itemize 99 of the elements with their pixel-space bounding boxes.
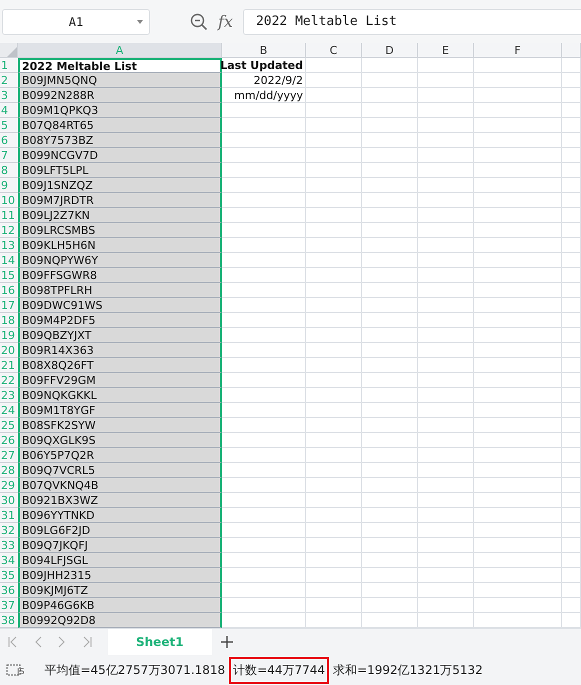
row-number[interactable]: 32 xyxy=(0,523,18,538)
table-cell: B09Q7VCRL5 xyxy=(18,463,222,478)
row-number[interactable]: 37 xyxy=(0,598,18,614)
table-cell: B09DWC91WS xyxy=(18,298,222,314)
row-number[interactable]: 26 xyxy=(0,433,18,448)
row-number[interactable]: 30 xyxy=(0,493,18,508)
table-cell: B09FFV29GM xyxy=(18,373,222,388)
table-cell: B0921BX3WZ xyxy=(18,493,222,508)
table-cell: B06Y5P7Q2R xyxy=(18,448,222,464)
row-number[interactable]: 14 xyxy=(0,253,18,268)
table-cell: B09JMN5QNQ xyxy=(18,73,222,88)
table-cell: B09KLH5H6N xyxy=(18,238,222,254)
row-number[interactable]: 33 xyxy=(0,538,18,554)
row-number[interactable]: 1 xyxy=(0,58,18,74)
table-cell: 2022/9/2 xyxy=(222,73,306,88)
table-cell: B08SFK2SYW xyxy=(18,418,222,434)
sheet-tab[interactable]: Sheet1 xyxy=(108,629,212,656)
name-box[interactable]: A1 xyxy=(2,8,150,35)
row-number[interactable]: 5 xyxy=(0,118,18,134)
table-cell: B0992N288R xyxy=(18,88,222,104)
row-number[interactable]: 6 xyxy=(0,133,18,148)
table-cell: B09M4P2DF5 xyxy=(18,313,222,328)
row-number[interactable]: 22 xyxy=(0,373,18,388)
table-cell: B09M7JRDTR xyxy=(18,193,222,208)
row-number[interactable]: 31 xyxy=(0,508,18,524)
row-number[interactable]: 23 xyxy=(0,388,18,404)
row-number[interactable]: 12 xyxy=(0,223,18,238)
column-header[interactable]: A xyxy=(18,43,222,58)
table-cell: B09M1T8YGF xyxy=(18,403,222,418)
table-cell: B09NQPYW6Y xyxy=(18,253,222,268)
table-cell: B09J1SNZQZ xyxy=(18,178,222,194)
table-cell: 2022 Meltable List xyxy=(18,58,222,74)
row-number[interactable]: 9 xyxy=(0,178,18,194)
caret-icon xyxy=(137,20,143,24)
column-header[interactable]: E xyxy=(418,43,474,58)
table-cell: B09JHH2315 xyxy=(18,568,222,584)
zoom-icon[interactable] xyxy=(190,12,208,31)
last-icon xyxy=(82,636,92,648)
row-number[interactable]: 24 xyxy=(0,403,18,418)
row-number[interactable]: 18 xyxy=(0,313,18,328)
table-cell: B09QXGLK9S xyxy=(18,433,222,448)
first-icon xyxy=(8,636,18,648)
table-cell: B09P46G6KB xyxy=(18,598,222,614)
table-cell: B098TPFLRH xyxy=(18,283,222,298)
table-cell: B09LJ2Z7KN xyxy=(18,208,222,224)
row-number[interactable]: 21 xyxy=(0,358,18,374)
row-number[interactable]: 35 xyxy=(0,568,18,584)
formula-field[interactable]: 2022 Meltable List xyxy=(242,8,581,35)
table-cell: B08Y7573BZ xyxy=(18,133,222,148)
row-number[interactable]: 29 xyxy=(0,478,18,494)
table-cell: B09LFT5LPL xyxy=(18,163,222,178)
table-cell: B09FFSGWR8 xyxy=(18,268,222,284)
table-cell: B09R14X363 xyxy=(18,343,222,358)
plus-icon xyxy=(220,635,234,650)
table-cell: mm/dd/yyyy xyxy=(222,88,306,104)
table-cell: B07QVKNQ4B xyxy=(18,478,222,494)
row-number[interactable]: 7 xyxy=(0,148,18,164)
table-cell: B09NQKGKKL xyxy=(18,388,222,404)
table-cell: B09LRCSMBS xyxy=(18,223,222,238)
row-number[interactable]: 28 xyxy=(0,463,18,478)
status-statistic: 求和=1992亿1321万5132 xyxy=(332,662,484,679)
column-header[interactable]: B xyxy=(222,43,306,58)
table-cell: B07Q84RT65 xyxy=(18,118,222,134)
table-cell: B096YYTNKD xyxy=(18,508,222,524)
table-cell: B0992Q92D8 xyxy=(18,613,222,628)
chevron-right-icon xyxy=(58,636,66,648)
table-cell: B09LG6F2JD xyxy=(18,523,222,538)
row-number[interactable]: 2 xyxy=(0,73,18,88)
column-header[interactable]: C xyxy=(306,43,362,58)
row-number[interactable]: 15 xyxy=(0,268,18,284)
table-cell: B099NCGV7D xyxy=(18,148,222,164)
row-number[interactable]: 19 xyxy=(0,328,18,344)
table-cell: B08X8Q26FT xyxy=(18,358,222,374)
table-cell: B09M1QPKQ3 xyxy=(18,103,222,118)
status-statistic: 平均值=45亿2757万3071.1818 xyxy=(43,662,226,679)
row-number[interactable]: 38 xyxy=(0,613,18,628)
row-number[interactable]: 20 xyxy=(0,343,18,358)
row-number[interactable]: 4 xyxy=(0,103,18,118)
function-button[interactable]: fx xyxy=(218,12,233,32)
table-cell: B09KJMJ6TZ xyxy=(18,583,222,598)
row-number[interactable]: 34 xyxy=(0,553,18,568)
row-number[interactable]: 13 xyxy=(0,238,18,254)
row-number[interactable]: 27 xyxy=(0,448,18,464)
column-header[interactable]: D xyxy=(362,43,418,58)
table-cell: B094LFJSGL xyxy=(18,553,222,568)
row-number[interactable]: 36 xyxy=(0,583,18,598)
row-number[interactable]: 3 xyxy=(0,88,18,104)
status-statistic: 计数=44万7744 xyxy=(231,658,328,682)
chevron-left-icon xyxy=(34,636,42,648)
row-number[interactable]: 8 xyxy=(0,163,18,178)
row-number[interactable]: 11 xyxy=(0,208,18,224)
column-header[interactable]: F xyxy=(474,43,562,58)
row-number[interactable]: 17 xyxy=(0,298,18,314)
column-header[interactable] xyxy=(562,43,581,58)
table-cell: B09Q7JKQFJ xyxy=(18,538,222,554)
table-cell: B09QBZYJXT xyxy=(18,328,222,344)
row-number[interactable]: 25 xyxy=(0,418,18,434)
row-number[interactable]: 10 xyxy=(0,193,18,208)
row-number[interactable]: 16 xyxy=(0,283,18,298)
